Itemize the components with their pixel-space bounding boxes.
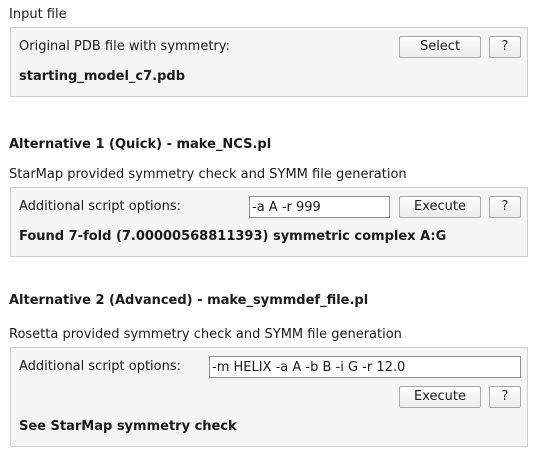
alt1-options-label: Additional script options: (19, 199, 182, 214)
alt1-description: StarMap provided symmetry check and SYMM… (9, 167, 407, 182)
alt2-description: Rosetta provided symmetry check and SYMM… (9, 327, 402, 342)
select-button[interactable]: Select (399, 36, 481, 58)
alt1-help-button[interactable]: ? (489, 196, 521, 218)
alt2-help-button[interactable]: ? (489, 386, 521, 408)
input-help-button[interactable]: ? (489, 36, 521, 58)
pdb-file-label: Original PDB file with symmetry: (19, 39, 230, 54)
alt2-result: See StarMap symmetry check (19, 419, 237, 434)
alt1-panel: Additional script options: Execute ? Fou… (10, 187, 528, 257)
alt2-options-label: Additional script options: (19, 359, 182, 374)
alt2-heading: Alternative 2 (Advanced) - make_symmdef_… (9, 293, 369, 308)
pdb-file-name: starting_model_c7.pdb (19, 69, 186, 84)
input-file-title: Input file (9, 7, 67, 22)
alt2-execute-button[interactable]: Execute (399, 386, 481, 408)
alt1-options-input[interactable] (249, 196, 390, 218)
alt1-heading: Alternative 1 (Quick) - make_NCS.pl (9, 137, 272, 152)
alt2-options-input[interactable] (209, 356, 521, 378)
input-file-panel: Original PDB file with symmetry: Select … (10, 27, 528, 97)
alt1-execute-button[interactable]: Execute (399, 196, 481, 218)
alt1-result: Found 7-fold (7.00000568811393) symmetri… (19, 229, 447, 244)
alt2-panel: Additional script options: Execute ? See… (10, 347, 528, 447)
